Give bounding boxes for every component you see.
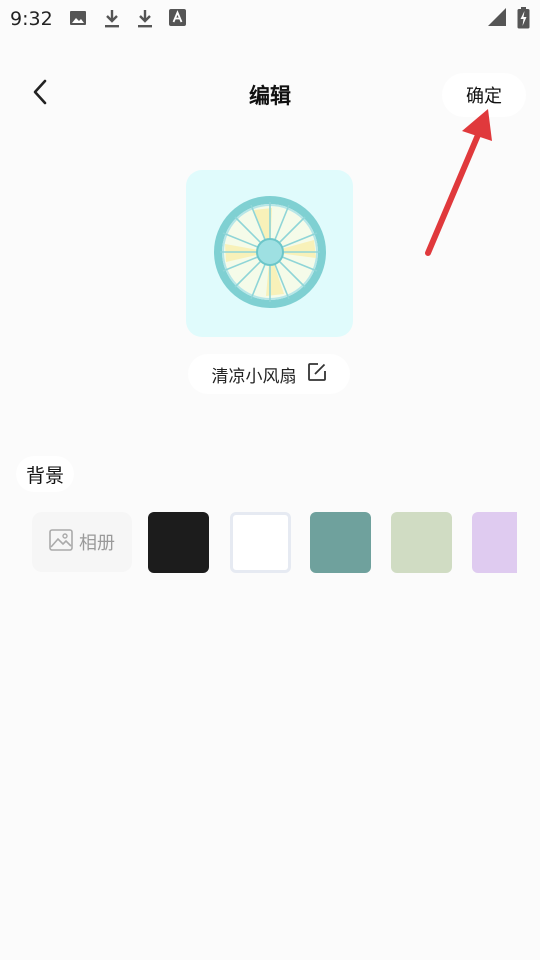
battery-charging-icon — [517, 7, 530, 33]
status-bar: 9:32 — [0, 0, 540, 36]
swatch-lavender[interactable] — [472, 512, 517, 573]
image-icon — [49, 529, 73, 555]
swatch-black[interactable] — [148, 512, 209, 573]
image-icon — [69, 9, 87, 31]
signal-icon — [487, 7, 507, 31]
background-section-label: 背景 — [16, 456, 74, 492]
status-time: 9:32 — [10, 8, 53, 30]
fan-icon — [213, 195, 326, 312]
widget-name-field[interactable]: 清凉小风扇 — [188, 354, 350, 394]
album-button[interactable]: 相册 — [32, 512, 132, 572]
swatch-sage[interactable] — [391, 512, 452, 573]
widget-preview — [186, 170, 353, 337]
widget-name: 清凉小风扇 — [211, 366, 297, 387]
annotation-arrow-icon — [425, 109, 492, 256]
swatch-white[interactable] — [230, 512, 291, 573]
swatch-teal[interactable] — [310, 512, 371, 573]
album-label: 相册 — [79, 533, 115, 554]
download-icon — [103, 9, 121, 33]
edit-icon[interactable] — [307, 362, 327, 386]
download-icon — [136, 9, 154, 33]
font-icon — [169, 9, 186, 30]
